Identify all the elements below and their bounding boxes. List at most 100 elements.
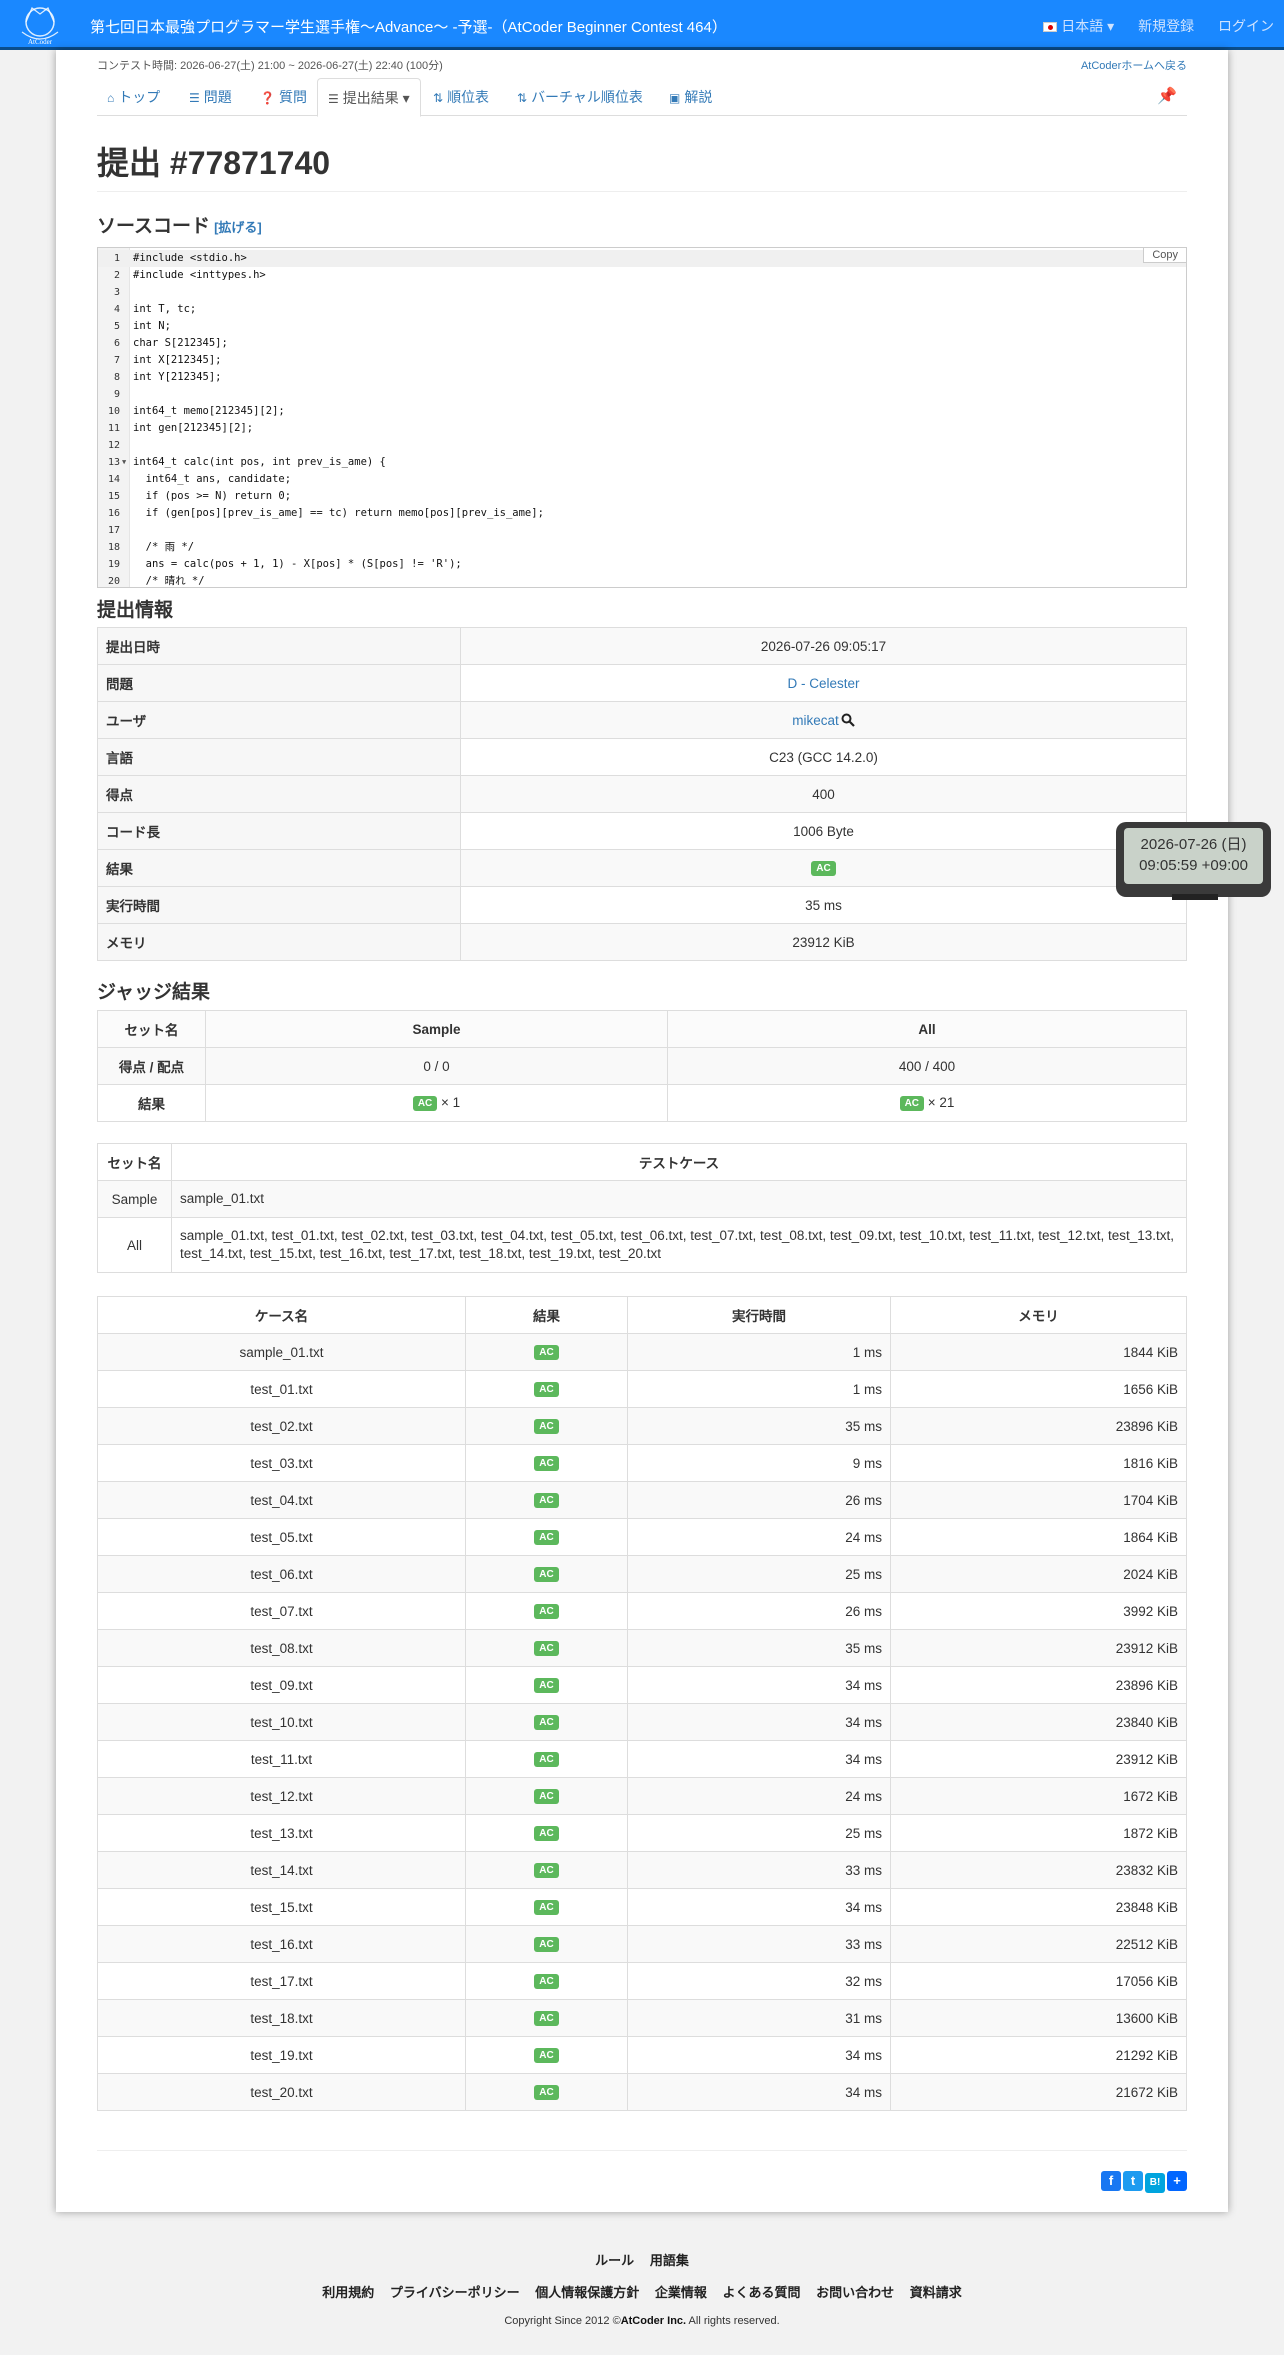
line-number: 8 (113, 372, 120, 383)
language-dropdown[interactable]: 日本語 ▾ (1043, 18, 1114, 34)
sort-icon: ⇅ (517, 91, 528, 105)
pin-icon[interactable]: 📌 (1157, 86, 1177, 106)
case-memory: 1672 KiB (890, 1777, 1187, 1815)
footer-link-personal-info[interactable]: 個人情報保護方針 (535, 2285, 639, 2300)
table-header-row: セット名 テストケース (97, 1143, 1187, 1181)
facebook-share-icon[interactable]: f (1101, 2171, 1121, 2191)
footer-link-faq[interactable]: よくある質問 (723, 2285, 801, 2300)
footer-link-company[interactable]: 企業情報 (655, 2285, 707, 2300)
case-exec-time: 32 ms (627, 1962, 891, 2000)
case-result: AC (465, 1481, 628, 1519)
footer-link-rules[interactable]: ルール (595, 2253, 634, 2268)
case-memory: 23912 KiB (890, 1629, 1187, 1667)
tab-virtual-standings[interactable]: ⇅ バーチャル順位表 (507, 78, 653, 116)
hatena-bookmark-icon[interactable]: B! (1145, 2173, 1165, 2193)
atcoder-home-link[interactable]: AtCoderホームへ戻る (1081, 57, 1187, 73)
footer-link-contact[interactable]: お問い合わせ (816, 2285, 894, 2300)
case-name: sample_01.txt (97, 1333, 466, 1371)
tab-editorial[interactable]: ▣ 解説 (659, 78, 722, 116)
footer-link-documents[interactable]: 資料請求 (910, 2285, 962, 2300)
code-line: 7 int X[212345]; (98, 352, 1186, 369)
tab-problems[interactable]: ☰ 問題 (179, 78, 242, 116)
copy-button[interactable]: Copy (1143, 248, 1186, 263)
table-row: 結果 AC (97, 849, 1187, 887)
source-code-editor[interactable]: 1 #include <stdio.h> 2 #include <inttypes.h… (97, 247, 1187, 588)
case-memory: 1872 KiB (890, 1814, 1187, 1852)
case-exec-time: 33 ms (627, 1925, 891, 1963)
status-badge: AC (534, 1567, 559, 1582)
table-row: test_16.txt AC 33 ms 22512 KiB (97, 1925, 1187, 1963)
code-line: 14 int64_t ans, candidate; (98, 471, 1186, 488)
case-memory: 23832 KiB (890, 1851, 1187, 1889)
table-header-row: ケース名 結果 実行時間 メモリ (97, 1296, 1187, 1334)
case-name: test_12.txt (97, 1777, 466, 1815)
code-line: 17 (98, 522, 1186, 539)
line-number: 16 (107, 508, 120, 519)
code-line: 4 int T, tc; (98, 301, 1186, 318)
contest-time: コンテスト時間: 2026-06-27(土) 21:00 ~ 2026-06-2… (97, 60, 443, 72)
status-badge: AC (534, 1419, 559, 1434)
submit-time-link[interactable]: 2026-07-26 09:05:17 (761, 639, 886, 654)
exec-time-label: 実行時間 (97, 886, 461, 924)
case-memory: 2024 KiB (890, 1555, 1187, 1593)
case-memory: 21292 KiB (890, 2036, 1187, 2074)
footer-link-privacy[interactable]: プライバシーポリシー (390, 2285, 520, 2300)
tab-standings[interactable]: ⇅ 順位表 (423, 78, 499, 116)
case-exec-time: 34 ms (627, 2036, 891, 2074)
case-memory: 23896 KiB (890, 1407, 1187, 1445)
code-line: 8 int Y[212345]; (98, 369, 1186, 386)
status-badge: AC (534, 1641, 559, 1656)
table-row: 得点 400 (97, 775, 1187, 813)
sort-icon: ⇅ (433, 91, 444, 105)
user-link[interactable]: mikecat (792, 713, 839, 728)
status-badge: AC (534, 1715, 559, 1730)
line-number: 4 (113, 304, 120, 315)
code-text: if (gen[pos][prev_is_ame] == tc) return … (133, 507, 544, 519)
code-line: 1 #include <stdio.h> (98, 250, 1186, 267)
case-name: test_20.txt (97, 2073, 466, 2111)
status-badge: AC (412, 1096, 438, 1111)
footer-link-glossary[interactable]: 用語集 (650, 2253, 689, 2268)
expand-link[interactable]: [拡げる] (214, 220, 262, 235)
fold-arrow-icon[interactable]: ▼ (122, 454, 126, 471)
status-badge: AC (534, 1604, 559, 1619)
register-link[interactable]: 新規登録 (1138, 18, 1194, 34)
case-memory: 1704 KiB (890, 1481, 1187, 1519)
test-case-table: ケース名 結果 実行時間 メモリ sample_01.txt AC 1 ms 1844… (97, 1296, 1187, 2111)
case-name: test_14.txt (97, 1851, 466, 1889)
login-link[interactable]: ログイン (1218, 18, 1274, 34)
case-name: test_04.txt (97, 1481, 466, 1519)
language-label: 言語 (97, 738, 461, 776)
case-result: AC (465, 1777, 628, 1815)
twitter-share-icon[interactable]: t (1123, 2171, 1143, 2191)
case-table-body: sample_01.txt AC 1 ms 1844 KiB test_01.txt AC… (97, 1333, 1187, 2111)
clock-face: 2026-07-26 (日) 09:05:59 +09:00 (1124, 828, 1263, 884)
case-result: AC (465, 1999, 628, 2037)
all-score: 400 / 400 (667, 1047, 1187, 1085)
table-row: All sample_01.txt, test_01.txt, test_02.… (97, 1217, 1187, 1273)
status-badge: AC (534, 1863, 559, 1878)
line-number: 3 (113, 287, 120, 298)
table-row: test_02.txt AC 35 ms 23896 KiB (97, 1407, 1187, 1445)
code-line: 20 /* 晴れ */ (98, 573, 1186, 587)
memory-value: 23912 KiB (460, 923, 1187, 961)
code-text: int T, tc; (133, 303, 197, 315)
clock-widget[interactable]: 2026-07-26 (日) 09:05:59 +09:00 (1116, 822, 1271, 900)
problem-link[interactable]: D - Celester (787, 676, 859, 691)
search-icon[interactable] (841, 713, 855, 727)
tab-submissions[interactable]: ☰ 提出結果 ▾ (317, 78, 421, 117)
source-code-heading: ソースコード [拡げる] (97, 216, 262, 237)
code-text: int64_t calc(int pos, int prev_is_ame) { (133, 456, 386, 468)
atcoder-logo[interactable]: AtCoder (12, 2, 68, 48)
contest-title[interactable]: 第七回日本最強プログラマー学生選手権〜Advance〜 -予選-（AtCoder… (90, 16, 727, 37)
more-share-icon[interactable]: + (1167, 2171, 1187, 2191)
tab-questions[interactable]: ❓ 質問 (250, 78, 317, 116)
navbar-right: 日本語 ▾ 新規登録 ログイン (1023, 16, 1274, 36)
tab-top[interactable]: ⌂ トップ (97, 78, 170, 116)
clock-date: 2026-07-26 (日) (1140, 836, 1247, 853)
case-exec-time: 1 ms (627, 1333, 891, 1371)
code-text: ans = calc(pos + 1, 1) - X[pos] * (S[pos… (133, 558, 462, 570)
case-exec-time: 34 ms (627, 1666, 891, 1704)
case-exec-time: 35 ms (627, 1629, 891, 1667)
footer-link-terms[interactable]: 利用規約 (322, 2285, 374, 2300)
